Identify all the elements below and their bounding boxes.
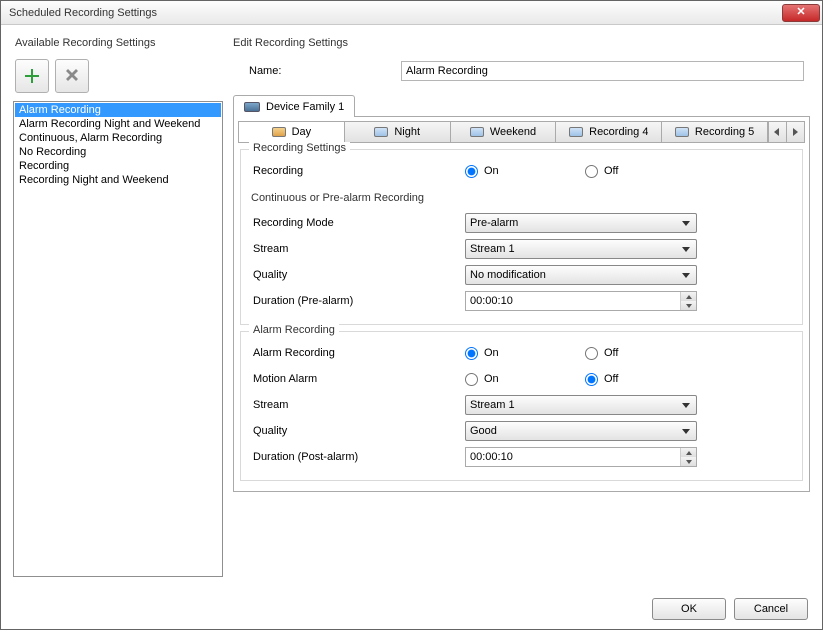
recording-tab-label: Weekend: [490, 126, 536, 138]
available-settings-panel: Available Recording Settings Alarm Recor…: [13, 37, 223, 577]
recording-tab-icon: [675, 127, 689, 137]
recording-tab-icon: [272, 127, 286, 137]
alarm-quality-label: Quality: [249, 425, 465, 437]
list-item[interactable]: Alarm Recording: [15, 103, 221, 117]
alarm-on-option[interactable]: On: [465, 347, 585, 360]
recording-on-radio[interactable]: [465, 165, 478, 178]
window-title: Scheduled Recording Settings: [9, 7, 782, 19]
alarm-recording-group: Alarm Recording Alarm Recording On Off M…: [240, 331, 803, 481]
dialog-window: Scheduled Recording Settings ✕ Available…: [0, 0, 823, 630]
motion-on-option[interactable]: On: [465, 373, 585, 386]
tab-scroll-buttons: [768, 122, 804, 142]
list-item[interactable]: Recording: [15, 159, 221, 173]
spin-down-icon[interactable]: [681, 457, 696, 466]
alarm-quality-combo[interactable]: Good: [465, 421, 697, 441]
recording-tab-label: Day: [292, 126, 312, 138]
recording-off-option[interactable]: Off: [585, 165, 705, 178]
stream-label: Stream: [249, 243, 465, 255]
titlebar: Scheduled Recording Settings ✕: [1, 1, 822, 25]
recording-tab-icon: [470, 127, 484, 137]
tab-scroll-right[interactable]: [786, 122, 804, 142]
recording-tabs: Day Night Weekend Recording 4 Recording 5: [238, 121, 805, 143]
x-icon: [63, 67, 81, 85]
continuous-prealarm-title: Continuous or Pre-alarm Recording: [251, 192, 794, 204]
available-heading: Available Recording Settings: [13, 37, 223, 49]
recording-label: Recording: [249, 165, 465, 177]
alarm-recording-title: Alarm Recording: [249, 324, 339, 336]
alarm-stream-combo[interactable]: Stream 1: [465, 395, 697, 415]
ok-button[interactable]: OK: [652, 598, 726, 620]
list-item[interactable]: No Recording: [15, 145, 221, 159]
motion-on-radio[interactable]: [465, 373, 478, 386]
add-button[interactable]: [15, 59, 49, 93]
device-tab-label: Device Family 1: [266, 101, 344, 113]
list-item[interactable]: Alarm Recording Night and Weekend: [15, 117, 221, 131]
delete-button[interactable]: [55, 59, 89, 93]
recording-mode-combo[interactable]: Pre-alarm: [465, 213, 697, 233]
tab-scroll-left[interactable]: [768, 122, 786, 142]
recording-tab-label: Night: [394, 126, 420, 138]
spin-down-icon[interactable]: [681, 301, 696, 310]
available-listbox[interactable]: Alarm RecordingAlarm Recording Night and…: [13, 101, 223, 577]
recording-tab[interactable]: Weekend: [451, 122, 557, 142]
recording-mode-label: Recording Mode: [249, 217, 465, 229]
device-icon: [244, 102, 260, 112]
recording-radio-group: On Off: [465, 165, 705, 178]
spin-up-icon[interactable]: [681, 448, 696, 457]
recording-tab[interactable]: Day: [239, 122, 345, 142]
content-area: Available Recording Settings Alarm Recor…: [1, 25, 822, 589]
close-icon: ✕: [796, 7, 805, 18]
recording-tab-icon: [569, 127, 583, 137]
close-button[interactable]: ✕: [782, 4, 820, 22]
alarm-off-radio[interactable]: [585, 347, 598, 360]
edit-heading: Edit Recording Settings: [231, 37, 810, 49]
plus-icon: [23, 67, 41, 85]
device-tabs: Device Family 1 Day Night Weekend Recording…: [233, 95, 810, 492]
duration-prealarm-label: Duration (Pre-alarm): [249, 295, 465, 307]
recording-settings-title: Recording Settings: [249, 142, 350, 154]
motion-off-option[interactable]: Off: [585, 373, 705, 386]
alarm-recording-label: Alarm Recording: [249, 347, 465, 359]
alarm-recording-radio-group: On Off: [465, 347, 705, 360]
motion-alarm-label: Motion Alarm: [249, 373, 465, 385]
recording-tab-label: Recording 5: [695, 126, 754, 138]
recording-tab-label: Recording 4: [589, 126, 648, 138]
name-input[interactable]: [401, 61, 804, 81]
recording-off-radio[interactable]: [585, 165, 598, 178]
recording-tab[interactable]: Recording 4: [556, 122, 662, 142]
stream-combo[interactable]: Stream 1: [465, 239, 697, 259]
recording-settings-group: Recording Settings Recording On Off Cont…: [240, 149, 803, 325]
cancel-button[interactable]: Cancel: [734, 598, 808, 620]
motion-off-radio[interactable]: [585, 373, 598, 386]
list-item[interactable]: Continuous, Alarm Recording: [15, 131, 221, 145]
recording-tab[interactable]: Recording 5: [662, 122, 768, 142]
edit-settings-panel: Edit Recording Settings Name: Device Fam…: [231, 37, 810, 577]
spin-up-icon[interactable]: [681, 292, 696, 301]
dialog-footer: OK Cancel: [1, 589, 822, 629]
device-tab-body: Day Night Weekend Recording 4 Recording 5 Re…: [233, 116, 810, 492]
device-tab[interactable]: Device Family 1: [233, 95, 355, 117]
duration-postalarm-label: Duration (Post-alarm): [249, 451, 465, 463]
available-toolbar: [13, 55, 223, 101]
alarm-stream-label: Stream: [249, 399, 465, 411]
recording-tab[interactable]: Night: [345, 122, 451, 142]
motion-alarm-radio-group: On Off: [465, 373, 705, 386]
recording-on-option[interactable]: On: [465, 165, 585, 178]
recording-tab-icon: [374, 127, 388, 137]
quality-label: Quality: [249, 269, 465, 281]
alarm-on-radio[interactable]: [465, 347, 478, 360]
name-label: Name:: [249, 65, 401, 77]
name-row: Name:: [249, 61, 810, 81]
alarm-off-option[interactable]: Off: [585, 347, 705, 360]
quality-combo[interactable]: No modification: [465, 265, 697, 285]
list-item[interactable]: Recording Night and Weekend: [15, 173, 221, 187]
duration-prealarm-spinner[interactable]: 00:00:10: [465, 291, 697, 311]
duration-postalarm-spinner[interactable]: 00:00:10: [465, 447, 697, 467]
